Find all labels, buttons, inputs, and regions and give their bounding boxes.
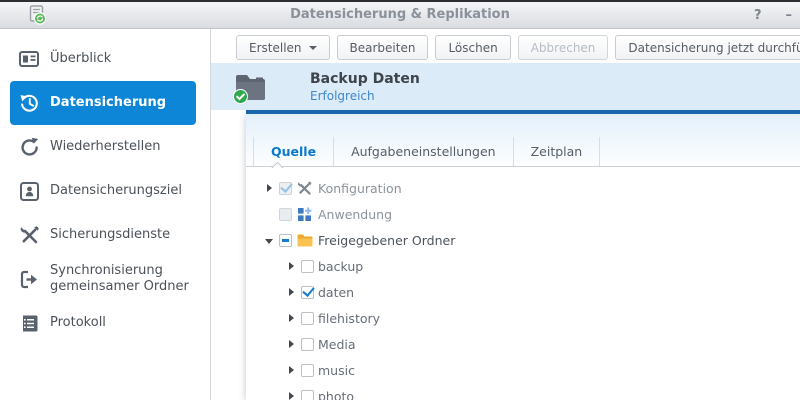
tree-row-filehistory[interactable]: filehistory (246, 305, 800, 331)
sidebar-item-sicherungsdienste[interactable]: Sicherungsdienste (10, 213, 196, 257)
bearbeiten-button[interactable]: Bearbeiten (336, 35, 429, 60)
sidebar-item-label: Überblick (50, 51, 112, 67)
sidebar: Überblick Datensicherung Wiederherstellen D… (0, 29, 211, 400)
expand-arrow-icon[interactable] (284, 262, 298, 270)
button-label: Erstellen (249, 40, 302, 55)
sidebar-item-wiederherstellen[interactable]: Wiederherstellen (10, 125, 196, 169)
button-label: Löschen (448, 40, 498, 55)
tab-header: Quelle Aufgabeneinstellungen Zeitplan (246, 114, 800, 167)
checkbox-photo[interactable] (301, 389, 314, 400)
source-tree: Konfiguration Anwendung Freigegebener Ordn… (246, 167, 800, 400)
tree-row-daten[interactable]: daten (246, 279, 800, 305)
checkbox-media[interactable] (301, 337, 314, 351)
sidebar-item-datensicherung[interactable]: Datensicherung (10, 81, 196, 125)
datensicherung-jetzt-durchf-hren-button[interactable]: Datensicherung jetzt durchführen (615, 35, 800, 60)
expand-arrow-icon[interactable] (284, 340, 298, 348)
checkbox-freigegebener-ordner[interactable] (279, 233, 292, 247)
main-content: Erstellen Bearbeiten Löschen Abbrechen Daten… (211, 29, 800, 400)
expand-arrow-icon[interactable] (284, 366, 298, 374)
checkbox-filehistory[interactable] (301, 311, 314, 325)
log-icon (18, 312, 40, 334)
app-window: Datensicherung & Replikation ? – Überbli… (0, 0, 800, 400)
tab-aufgabeneinstellungen[interactable]: Aufgabeneinstellungen (333, 137, 513, 166)
tools-icon (297, 181, 314, 196)
services-tools-icon (18, 224, 40, 246)
backup-folder-icon (233, 73, 266, 104)
restore-icon (18, 136, 40, 158)
sidebar-item-label: Datensicherungsziel (50, 183, 182, 199)
button-label: Bearbeiten (349, 40, 416, 55)
abbrechen-button: Abbrechen (517, 35, 609, 60)
tree-item-label: Freigegebener Ordner (318, 232, 456, 248)
sidebar-item-synchronisierung[interactable]: Synchronisierung gemeinsamer Ordner (10, 257, 196, 301)
sidebar-item-label: Sicherungsdienste (50, 227, 171, 243)
checkbox-anwendung (279, 207, 292, 221)
tree-row-music[interactable]: music (246, 357, 800, 383)
tree-item-label: photo (318, 388, 355, 400)
backup-task-row[interactable]: Backup Daten Erfolgreich (211, 63, 800, 110)
sidebar-item-label: Synchronisierung gemeinsamer Ordner (50, 263, 189, 294)
sidebar-item-label: Wiederherstellen (50, 139, 161, 155)
active-tab-notch (270, 161, 284, 168)
tree-item-label: Media (318, 336, 356, 352)
toolbar: Erstellen Bearbeiten Löschen Abbrechen Daten… (211, 29, 800, 63)
tree-row-freigegebener-ordner[interactable]: Freigegebener Ordner (246, 227, 800, 253)
folder-icon (297, 233, 314, 248)
button-label: Abbrechen (530, 40, 596, 55)
task-title: Backup Daten (310, 70, 420, 87)
sidebar-item-label: Protokoll (50, 315, 106, 331)
overview-icon (18, 48, 40, 70)
expand-arrow-icon[interactable] (284, 392, 298, 400)
tree-row-media[interactable]: Media (246, 331, 800, 357)
apps-icon (297, 207, 314, 222)
l-schen-button[interactable]: Löschen (435, 35, 511, 60)
checkbox-music[interactable] (301, 363, 314, 377)
task-status: Erfolgreich (310, 88, 375, 103)
shared-folder-sync-icon (18, 268, 40, 290)
checkbox-backup[interactable] (301, 259, 314, 273)
button-label: Datensicherung jetzt durchführen (628, 40, 800, 55)
tab-zeitplan[interactable]: Zeitplan (512, 137, 601, 166)
sidebar-item-datensicherungsziel[interactable]: Datensicherungsziel (10, 169, 196, 213)
expand-arrow-icon[interactable] (284, 314, 298, 322)
success-check-badge-icon (233, 88, 248, 104)
tree-row-photo[interactable]: photo (246, 383, 800, 400)
tree-item-label: daten (318, 284, 355, 300)
tree-row-konfiguration[interactable]: Konfiguration (246, 175, 800, 201)
sidebar-item-label: Datensicherung (50, 95, 167, 111)
tab-quelle[interactable]: Quelle (253, 137, 333, 166)
tree-row-backup[interactable]: backup (246, 253, 800, 279)
checkbox-konfiguration (279, 181, 292, 195)
tree-item-label: Konfiguration (318, 180, 402, 196)
window-title: Datensicherung & Replikation (290, 7, 510, 22)
backup-clock-icon (18, 92, 40, 114)
checkbox-daten[interactable] (301, 285, 314, 299)
expand-arrow-icon[interactable] (262, 237, 276, 244)
erstellen-button[interactable]: Erstellen (236, 35, 330, 60)
task-detail-panel: Quelle Aufgabeneinstellungen Zeitplan Konf… (246, 110, 800, 400)
tree-item-label: backup (318, 258, 364, 274)
tab-bar: Quelle Aufgabeneinstellungen Zeitplan (246, 137, 800, 167)
tree-item-label: filehistory (318, 310, 381, 326)
sidebar-item-berblick[interactable]: Überblick (10, 37, 196, 81)
minimize-icon[interactable]: – (786, 8, 793, 23)
tree-item-label: music (318, 362, 355, 378)
sidebar-item-protokoll[interactable]: Protokoll (10, 301, 196, 345)
expand-arrow-icon[interactable] (262, 184, 276, 192)
tree-item-label: Anwendung (318, 206, 393, 222)
help-icon[interactable]: ? (754, 8, 762, 23)
dropdown-caret-icon (308, 45, 317, 50)
backup-target-icon (18, 180, 40, 202)
tree-row-anwendung[interactable]: Anwendung (246, 201, 800, 227)
expand-arrow-icon[interactable] (284, 288, 298, 296)
titlebar[interactable]: Datensicherung & Replikation ? – (0, 2, 800, 29)
